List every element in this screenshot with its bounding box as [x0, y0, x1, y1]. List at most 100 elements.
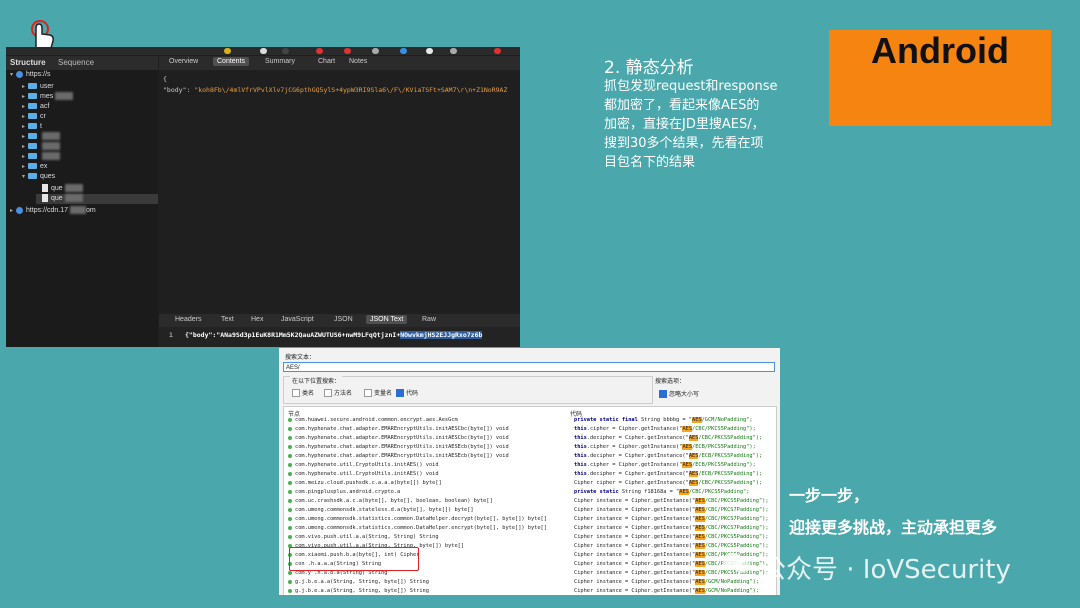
tree-node[interactable]: ▸ ex	[22, 162, 47, 172]
checkbox-class-box[interactable]	[292, 389, 300, 398]
aes-match: AES	[692, 417, 702, 423]
tree-node[interactable]: ▸ https://cdn.17 om	[10, 206, 96, 216]
tab-contents[interactable]: Contents	[213, 57, 250, 66]
redacted-text	[55, 92, 74, 101]
repeat-icon[interactable]	[400, 48, 407, 54]
body-key: "body"	[163, 86, 187, 94]
result-code-pre: Cipher cipher = Cipher.getInstance("	[574, 480, 689, 486]
tree-node[interactable]: ▸	[22, 142, 60, 152]
stop-icon[interactable]	[344, 48, 351, 54]
result-code: Cipher instance = Cipher.getInstance("AE…	[574, 579, 759, 585]
result-row[interactable]: com.meizu.cloud.pushsdk.c.a.a.a(byte[]) …	[284, 479, 776, 488]
result-row[interactable]: com.umeng.commonsdk.stateless.d.a(byte[]…	[284, 506, 776, 515]
checkbox-code-box[interactable]	[396, 389, 404, 398]
result-code-pre: this.cipher = Cipher.getInstance("	[574, 426, 683, 432]
search-results: 节点 代码 com.huawei.secure.android.common.e…	[283, 406, 777, 595]
result-code: Cipher instance = Cipher.getInstance("AE…	[574, 498, 769, 504]
result-row[interactable]: com.hyphenate.chat.adapter.EMAREncryptUt…	[284, 443, 776, 452]
result-row[interactable]: g.j.b.e.a.a(String, String, byte[]) Stri…	[284, 578, 776, 587]
throttle-icon[interactable]	[282, 48, 289, 54]
checkbox-method-box[interactable]	[324, 389, 332, 398]
result-code: Cipher instance = Cipher.getInstance("AE…	[574, 588, 759, 594]
result-node: com.hyphenate.chat.adapter.EMAREncryptUt…	[288, 426, 509, 432]
result-row[interactable]: com.hyphenate.chat.adapter.EMAREncryptUt…	[284, 425, 776, 434]
result-row[interactable]: com.huawei.secure.android.common.encrypt…	[284, 416, 776, 425]
checkbox-ignore-case[interactable]: 忽略大小写	[659, 389, 699, 399]
settings-icon[interactable]	[494, 48, 501, 54]
pen-icon[interactable]	[224, 48, 231, 54]
tree-node[interactable]: ▸ t	[22, 122, 42, 132]
result-code-post: /CBC/PKCS5Padding");	[698, 435, 763, 441]
result-row[interactable]: g.j.b.e.a.a(String, String, byte[]) Stri…	[284, 587, 776, 595]
tab-json[interactable]: JSON	[334, 316, 353, 323]
result-row[interactable]: com.umeng.commonsdk.statistics.common.Da…	[284, 524, 776, 533]
record-icon[interactable]	[260, 48, 267, 54]
tools-icon[interactable]	[450, 48, 457, 54]
breakpoint-icon[interactable]	[316, 48, 323, 54]
result-row[interactable]: com.vivo.push.util.a.a(String, String) S…	[284, 533, 776, 542]
result-code-pre: Cipher instance = Cipher.getInstance("	[574, 570, 696, 576]
result-code-pre: Cipher instance = Cipher.getInstance("	[574, 525, 696, 531]
tree-node[interactable]: ▸	[22, 132, 60, 142]
tab-headers[interactable]: Headers	[175, 316, 201, 323]
result-row[interactable]: com.hyphenate.chat.adapter.EMAREncryptUt…	[284, 434, 776, 443]
tree-node[interactable]: ▾ ques	[22, 172, 55, 182]
edit-icon[interactable]	[372, 48, 379, 54]
result-node: g.j.b.e.a.a(String, String, byte[]) Stri…	[288, 579, 429, 585]
result-node: com.umeng.commonsdk.statistics.common.Da…	[288, 516, 547, 522]
aes-match: AES	[679, 489, 689, 495]
tree-node[interactable]: ▸ acf	[22, 102, 49, 112]
validate-icon[interactable]	[426, 48, 433, 54]
detail-pane: Overview Contents Summary Chart Notes { "bod…	[159, 56, 520, 347]
result-row[interactable]: com.uc.crashsdk.a.c.a(byte[], byte[], bo…	[284, 497, 776, 506]
tab-hex[interactable]: Hex	[251, 316, 263, 323]
tab-text[interactable]: Text	[221, 316, 234, 323]
checkbox-variable-box[interactable]	[364, 389, 372, 398]
tree-node[interactable]: que	[36, 194, 158, 204]
tree-node[interactable]: ▸	[22, 152, 60, 162]
tab-javascript[interactable]: JavaScript	[281, 316, 314, 323]
result-code-pre: this.decipher = Cipher.getInstance("	[574, 471, 689, 477]
tab-structure[interactable]: Structure	[10, 58, 46, 67]
tab-raw[interactable]: Raw	[422, 316, 436, 323]
checkbox-code[interactable]: 代码	[396, 388, 418, 398]
checkbox-method[interactable]: 方法名	[324, 388, 353, 398]
result-code-pre: private static String f18168a = "	[574, 489, 680, 495]
result-code-pre: this.cipher = Cipher.getInstance("	[574, 444, 683, 450]
tree-node[interactable]: que	[36, 184, 83, 194]
wechat-icon	[722, 550, 752, 576]
jd-search-window: 搜索文本： AES/ 在以下位置搜索： 类名 方法名 变量名 代码 搜索选项： …	[279, 348, 780, 595]
result-code: Cipher instance = Cipher.getInstance("AE…	[574, 507, 769, 513]
tab-summary[interactable]: Summary	[265, 58, 295, 65]
description-line: 抓包发现request和response	[604, 79, 778, 94]
aes-match: AES	[695, 579, 705, 585]
tab-sequence[interactable]: Sequence	[58, 58, 94, 67]
tab-chart[interactable]: Chart	[318, 58, 335, 65]
tab-notes[interactable]: Notes	[349, 58, 367, 65]
checkbox-method-label: 方法名	[334, 391, 353, 397]
checkbox-class[interactable]: 类名	[292, 388, 314, 398]
result-row[interactable]: com.pingplusplus.android.crypto.a private…	[284, 488, 776, 497]
tab-json-text[interactable]: JSON Text	[366, 315, 408, 324]
tree-node[interactable]: ▸ cr	[22, 112, 46, 122]
result-node: com.uc.crashsdk.a.c.a(byte[], byte[], bo…	[288, 498, 493, 504]
tab-overview[interactable]: Overview	[169, 58, 198, 65]
view-tabs: Structure Sequence	[6, 56, 158, 70]
result-code-pre: Cipher instance = Cipher.getInstance("	[574, 543, 696, 549]
search-input[interactable]: AES/	[283, 362, 775, 372]
result-row[interactable]: com.umeng.commonsdk.statistics.common.Da…	[284, 515, 776, 524]
tree-node[interactable]: ▸ user	[22, 82, 54, 92]
result-node: com.hyphenate.chat.adapter.EMAREncryptUt…	[288, 444, 509, 450]
json-text[interactable]: {"body":"ANa9Sd3p1EuK8R1Mm5K2QauAZWUTUS6…	[185, 331, 483, 339]
result-code: Cipher instance = Cipher.getInstance("AE…	[574, 525, 769, 531]
tree-node[interactable]: ▸ mes	[22, 92, 74, 102]
checkbox-variable[interactable]: 变量名	[364, 388, 392, 398]
result-row[interactable]: com.hyphenate.util.CryptoUtils.initAES()…	[284, 470, 776, 479]
checkbox-ignore-case-box[interactable]	[659, 390, 667, 399]
search-options: 搜索选项： 忽略大小写	[655, 376, 775, 402]
android-badge: Android	[829, 30, 1051, 126]
result-row[interactable]: com.hyphenate.chat.adapter.EMAREncryptUt…	[284, 452, 776, 461]
search-scope-group: 在以下位置搜索： 类名 方法名 变量名 代码	[283, 376, 653, 404]
tree-node[interactable]: ▾ https://s	[10, 70, 51, 80]
result-row[interactable]: com.hyphenate.util.CryptoUtils.initAES()…	[284, 461, 776, 470]
